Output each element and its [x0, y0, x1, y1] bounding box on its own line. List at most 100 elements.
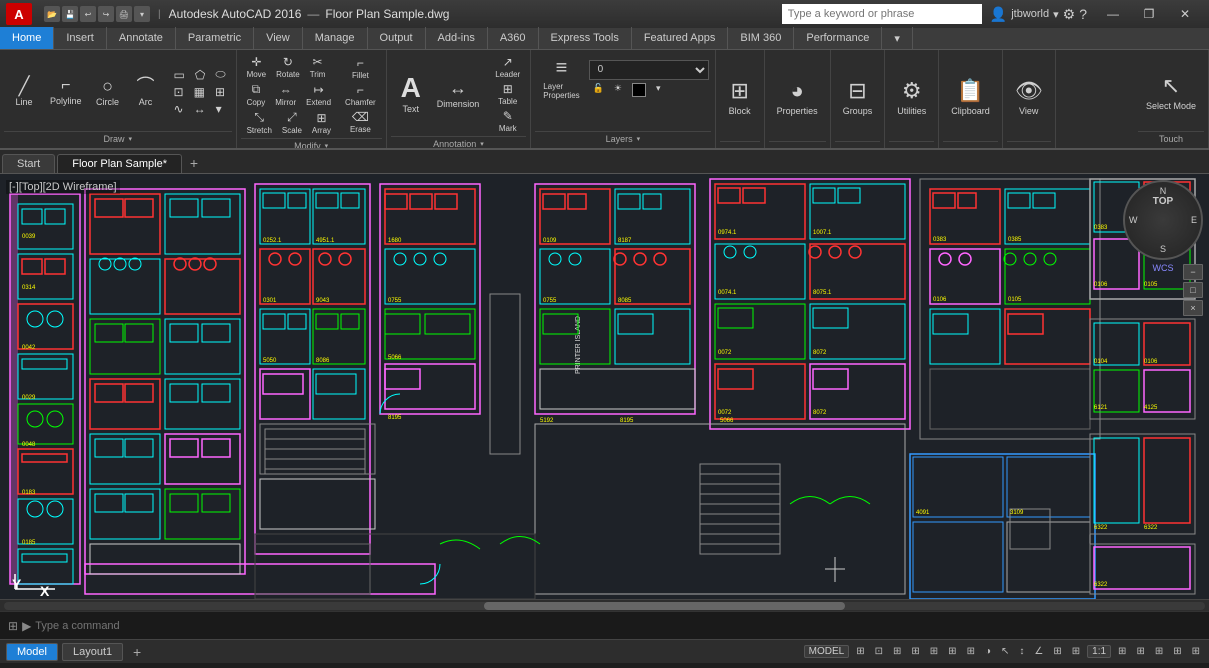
tab-annotate[interactable]: Annotate: [107, 27, 176, 49]
layer-selector[interactable]: 0 Walls Furniture: [589, 60, 709, 80]
tb-print[interactable]: 🖨: [116, 6, 132, 22]
markup-button[interactable]: ✎Mark: [491, 108, 524, 134]
xline-button[interactable]: ↔: [190, 101, 210, 117]
scroll-thumb[interactable]: [484, 602, 844, 610]
draw-section-label[interactable]: Draw ▾: [4, 131, 232, 146]
scale-indicator[interactable]: 1:1: [1087, 645, 1111, 658]
erase-button[interactable]: ⌫Erase: [341, 109, 380, 135]
annotation-section-label[interactable]: Annotation ▾: [391, 136, 526, 150]
ortho-button[interactable]: ⊞: [890, 646, 904, 657]
transparency-button[interactable]: ◑: [982, 646, 994, 657]
tab-start[interactable]: Start: [2, 154, 55, 173]
tab-floorplan[interactable]: Floor Plan Sample*: [57, 154, 182, 173]
tb-open[interactable]: 📂: [44, 6, 60, 22]
tab-home[interactable]: Home: [0, 27, 54, 49]
scrollbar-horizontal[interactable]: [0, 599, 1209, 611]
block-button[interactable]: ⊞ Block: [722, 75, 758, 119]
tab-output[interactable]: Output: [368, 27, 426, 49]
fillet-button[interactable]: ⌐Fillet: [341, 55, 380, 81]
vp-minimize-button[interactable]: −: [1183, 264, 1203, 280]
tb-more[interactable]: ▾: [134, 6, 150, 22]
tab-expresstools[interactable]: Express Tools: [539, 27, 632, 49]
tb-redo[interactable]: ↪: [98, 6, 114, 22]
tab-performance[interactable]: Performance: [794, 27, 882, 49]
draw-more-button[interactable]: ▾: [212, 101, 226, 117]
tab-addins[interactable]: Add-ins: [426, 27, 488, 49]
tab-bim360[interactable]: BIM 360: [728, 27, 794, 49]
modify-section-label[interactable]: Modify ▾: [241, 138, 382, 150]
layer-lock-button[interactable]: 🔓: [589, 82, 608, 98]
circle-button[interactable]: ○ Circle: [90, 74, 126, 110]
groups-button[interactable]: ⊟ Groups: [837, 75, 879, 119]
grid-button[interactable]: ⊞: [853, 646, 867, 657]
scale-button[interactable]: ⤢Scale: [278, 109, 306, 136]
search-input[interactable]: [782, 4, 982, 24]
restore-button[interactable]: ❐: [1131, 0, 1167, 28]
cmd-expand-icon[interactable]: ⊞: [8, 619, 18, 633]
table-button[interactable]: ⊞Table: [491, 81, 524, 107]
minimize-button[interactable]: —: [1095, 0, 1131, 28]
help-icon[interactable]: ?: [1079, 6, 1087, 22]
command-input[interactable]: [35, 620, 1201, 632]
nav-cube-sphere[interactable]: N S E W TOP: [1123, 180, 1203, 260]
osnap-button[interactable]: ⊞: [927, 646, 941, 657]
rotate-button[interactable]: ↻Rotate: [272, 54, 304, 80]
layer-more-button[interactable]: ▾: [652, 82, 665, 98]
rectangle-button[interactable]: ▭: [170, 67, 189, 83]
layer-properties-button[interactable]: ≡ LayerProperties: [537, 54, 585, 103]
tb-save[interactable]: 💾: [62, 6, 78, 22]
dimension-button[interactable]: ↔ Dimension: [431, 76, 486, 112]
cad-canvas[interactable]: 0039 0314 0042 0029 0048 0183 0185: [0, 174, 1209, 599]
vp-close-button[interactable]: ×: [1183, 300, 1203, 316]
layout-add-button[interactable]: +: [127, 642, 147, 662]
line-button[interactable]: ╱ Line: [6, 74, 42, 110]
notification-button[interactable]: ⊞: [1152, 646, 1166, 657]
layout1-tab[interactable]: Layout1: [62, 643, 123, 661]
tab-insert[interactable]: Insert: [54, 27, 107, 49]
tab-parametric[interactable]: Parametric: [176, 27, 254, 49]
layer-color-box[interactable]: [628, 82, 650, 98]
stretch-button[interactable]: ⤡Stretch: [243, 109, 276, 136]
text-button[interactable]: A Text: [393, 71, 429, 117]
layers-section-label[interactable]: Layers ▾: [535, 131, 710, 146]
move-button[interactable]: ✛Move: [243, 54, 271, 80]
user-dropdown-icon[interactable]: ▾: [1053, 8, 1059, 21]
tab-add-button[interactable]: +: [184, 153, 204, 173]
vp-restore-button[interactable]: □: [1183, 282, 1203, 298]
tab-featuredapps[interactable]: Featured Apps: [632, 27, 729, 49]
layer-freeze-button[interactable]: ☀: [610, 82, 626, 98]
tab-more[interactable]: ▾: [882, 27, 913, 49]
clean-screen-button[interactable]: ⊞: [1170, 646, 1184, 657]
extend-button[interactable]: ↦Extend: [302, 82, 335, 108]
viewport-scale[interactable]: ⊞: [1069, 646, 1083, 657]
chamfer-button[interactable]: ⌐Chamfer: [341, 82, 380, 108]
polygon-button[interactable]: ⬠: [191, 67, 209, 83]
unit-button[interactable]: ⊞: [1133, 646, 1147, 657]
tb-undo[interactable]: ↩: [80, 6, 96, 22]
otrack-button[interactable]: ⊞: [945, 646, 959, 657]
select-button[interactable]: ↖: [998, 646, 1012, 657]
tab-a360[interactable]: A360: [488, 27, 539, 49]
tab-manage[interactable]: Manage: [303, 27, 368, 49]
status-more-button[interactable]: ⊞: [1189, 646, 1203, 657]
selectmode-button[interactable]: ↖ Select Mode: [1140, 70, 1202, 114]
close-button[interactable]: ✕: [1167, 0, 1203, 28]
clipboard-button[interactable]: 📋 Clipboard: [945, 75, 996, 119]
trim-button[interactable]: ✂Trim: [306, 54, 330, 80]
lwt-button[interactable]: ⊞: [964, 646, 978, 657]
tab-view[interactable]: View: [254, 27, 303, 49]
gradient-button[interactable]: ▦: [190, 84, 209, 100]
model-tab[interactable]: Model: [6, 643, 58, 661]
polar-button[interactable]: ⊞: [908, 646, 922, 657]
hatch-button[interactable]: ⊡: [170, 84, 188, 100]
settings-icon[interactable]: ⚙: [1063, 6, 1076, 23]
arc-button[interactable]: ⌒ Arc: [128, 74, 164, 110]
mirror-button[interactable]: ⇔Mirror: [271, 82, 300, 108]
angle-snap-button[interactable]: ∠: [1031, 646, 1046, 657]
nav-cube-top-label[interactable]: TOP: [1153, 196, 1173, 207]
leader-button[interactable]: ↗Leader: [491, 54, 524, 80]
properties-button[interactable]: ◕ Properties: [771, 75, 824, 119]
array-button[interactable]: ⊞Array: [308, 110, 335, 136]
annotation-scale[interactable]: ⊞: [1050, 646, 1064, 657]
boundary-button[interactable]: ⊞: [211, 84, 229, 100]
